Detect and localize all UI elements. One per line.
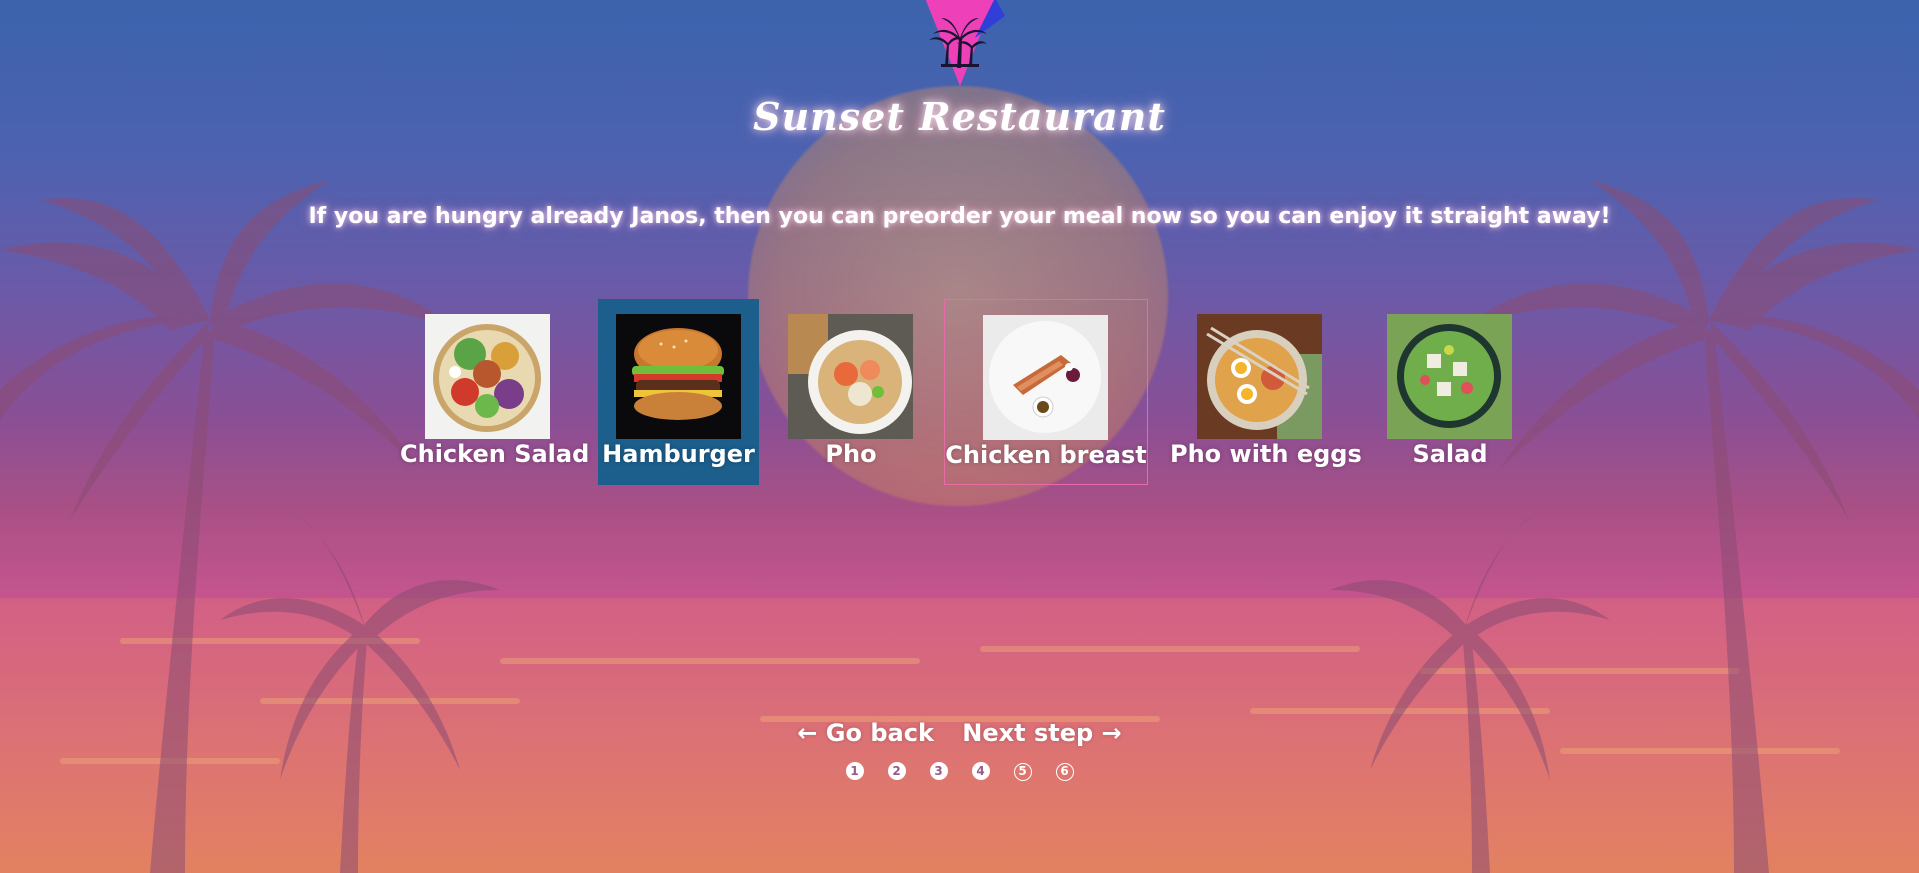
pho-image <box>788 314 913 439</box>
preorder-subtitle: If you are hungry already Janos, then yo… <box>308 204 1611 229</box>
menu-item-pho[interactable]: Pho <box>776 299 926 485</box>
pho-with-eggs-image <box>1197 314 1322 439</box>
menu-item-hamburger[interactable]: Hamburger <box>598 299 759 485</box>
menu-list: Chicken Salad Hamburger Pho Chicken brea… <box>0 299 1919 487</box>
step-1-dot[interactable]: 1 <box>845 762 864 780</box>
chicken-salad-image <box>425 314 550 439</box>
step-4-dot[interactable]: 4 <box>971 762 990 780</box>
hamburger-image <box>616 314 741 439</box>
go-back-button[interactable]: ← Go back <box>797 719 934 747</box>
palm-triangle-logo-icon <box>925 0 1005 86</box>
wizard-navigation: ← Go back Next step → <box>0 719 1919 747</box>
menu-item-label: Pho with eggs <box>1170 440 1362 468</box>
menu-item-label: Chicken breast <box>945 441 1147 469</box>
menu-item-label: Chicken Salad <box>400 440 590 468</box>
step-5-dot[interactable]: 5 <box>1013 763 1032 781</box>
menu-item-chicken-breast[interactable]: Chicken breast <box>944 299 1148 485</box>
step-indicator: 1 2 3 4 5 6 <box>0 760 1919 781</box>
menu-item-pho-with-eggs[interactable]: Pho with eggs <box>1170 299 1362 485</box>
step-3-dot[interactable]: 3 <box>929 762 948 780</box>
step-6-dot[interactable]: 6 <box>1055 763 1074 781</box>
salad-image <box>1387 314 1512 439</box>
restaurant-title: Sunset Restaurant <box>753 94 1166 139</box>
step-2-dot[interactable]: 2 <box>887 762 906 780</box>
menu-item-label: Pho <box>825 440 877 468</box>
next-step-button[interactable]: Next step → <box>962 719 1121 747</box>
menu-item-chicken-salad[interactable]: Chicken Salad <box>400 299 590 485</box>
menu-item-label: Hamburger <box>602 440 755 468</box>
page: Sunset Restaurant If you are hungry alre… <box>0 0 1919 873</box>
menu-item-salad[interactable]: Salad <box>1372 299 1528 485</box>
chicken-breast-image <box>983 315 1108 440</box>
menu-item-label: Salad <box>1412 440 1488 468</box>
